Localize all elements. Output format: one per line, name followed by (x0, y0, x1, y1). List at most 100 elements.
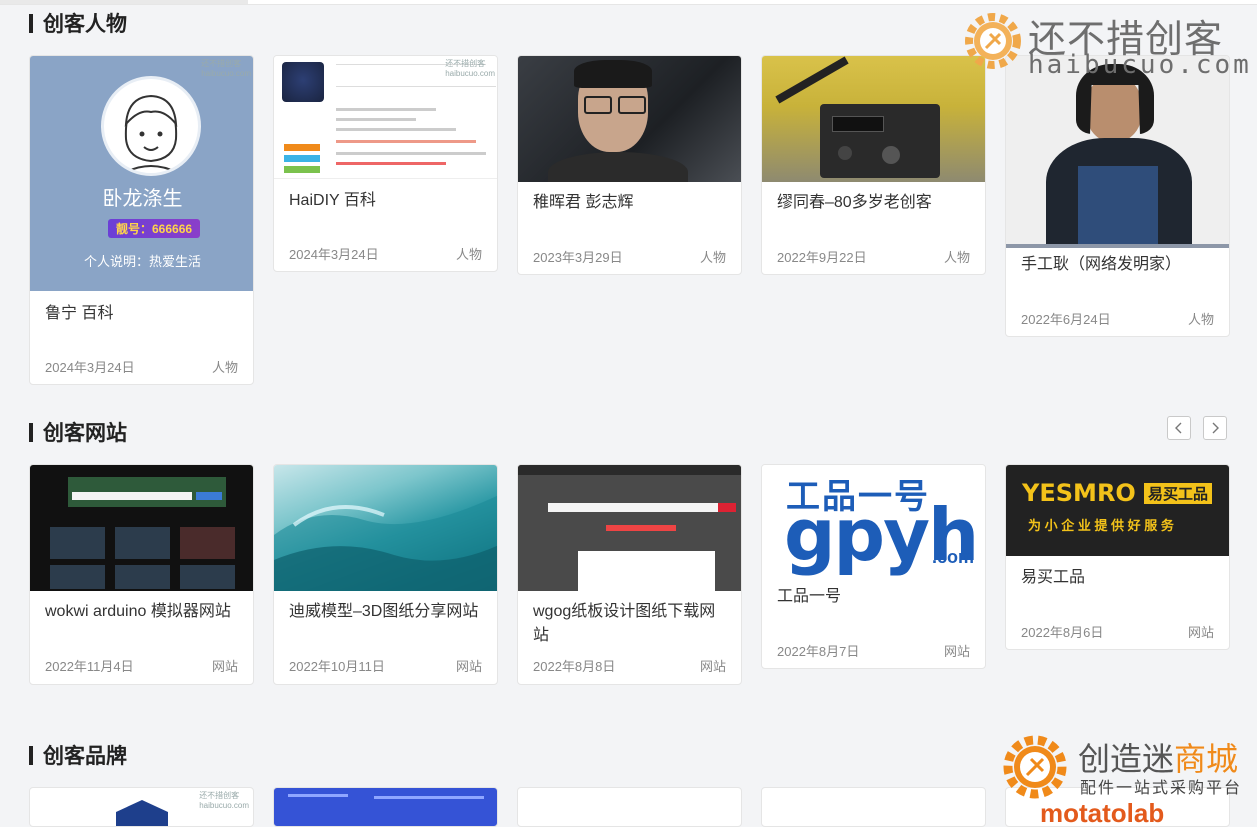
glasses-left (584, 96, 612, 114)
title-bar-marker (29, 13, 33, 33)
watermark-text-url: haibucuo.com (1028, 50, 1252, 80)
brand-logo-text: motatolab (1040, 798, 1165, 827)
card-title[interactable]: 缪同春–80多岁老创客 (777, 191, 970, 215)
card-category[interactable]: 网站 (1188, 622, 1214, 641)
yesmro-logo-text: YESMRO (1022, 479, 1136, 507)
card-category[interactable]: 网站 (700, 656, 726, 675)
card-brand-3[interactable] (517, 787, 742, 827)
profile-thumbnail: 卧龙涤生 靓号：666666 个人说明：热爱生活 还不措创客 haibucuo.c… (30, 56, 253, 291)
project-tile (115, 527, 170, 559)
card-site-1[interactable]: wokwi arduino 模拟器网站 2022年11月4日 网站 (29, 464, 254, 685)
card-category[interactable]: 人物 (700, 247, 726, 266)
card-category[interactable]: 人物 (456, 244, 482, 263)
card-title[interactable]: 鲁宁 百科 (45, 302, 238, 326)
text-line (336, 108, 436, 111)
project-tile (50, 565, 105, 589)
station-display (832, 116, 884, 132)
card-date: 2024年3月24日 (289, 247, 379, 262)
gpyh-logo-thumbnail: 工品一号 gpyh .com (762, 465, 985, 577)
card-date: 2023年3月29日 (533, 250, 623, 265)
card-brand-1[interactable]: 还不措创客 haibucuo.com (29, 787, 254, 827)
card-category[interactable]: 人物 (212, 357, 238, 376)
card-title[interactable]: wgog纸板设计图纸下载网站 (533, 600, 726, 648)
product-image (282, 62, 324, 102)
card-person-4[interactable]: 缪同春–80多岁老创客 2022年9月22日 人物 (761, 55, 986, 275)
project-tile (180, 565, 235, 589)
card-category[interactable]: 网站 (456, 656, 482, 675)
card-title[interactable]: HaiDIY 百科 (289, 189, 482, 213)
site-nav-preview (518, 465, 741, 475)
yesmro-logo-chinese: 易买工品 (1144, 483, 1213, 504)
card-date: 2022年10月11日 (289, 659, 385, 674)
card-category[interactable]: 人物 (944, 247, 970, 266)
card-person-2[interactable]: 还不措创客 haibucuo.com HaiDIY 百科 2024年3月24日 人… (273, 55, 498, 272)
gear-logo-icon (1003, 735, 1067, 799)
modal-preview (578, 551, 715, 591)
thumb-watermark: 还不措创客 haibucuo.com (201, 59, 251, 78)
station-knob (838, 146, 852, 160)
card-date: 2024年3月24日 (45, 360, 135, 375)
profile-description: 个人说明：热爱生活 (83, 254, 201, 269)
card-category[interactable]: 网站 (944, 641, 970, 660)
chevron-left-icon (1175, 422, 1182, 434)
text-line (336, 128, 456, 131)
site-watermark-bottom: 创造迷商城 配件一站式采购平台 (1000, 732, 1257, 802)
card-site-3[interactable]: wgog纸板设计图纸下载网站 2022年8月8日 网站 (517, 464, 742, 685)
banner-preview (606, 525, 676, 531)
card-title[interactable]: 手工耿（网络发明家） (1021, 253, 1214, 277)
wave-graphic (274, 495, 497, 591)
card-category[interactable]: 网站 (212, 656, 238, 675)
card-site-5[interactable]: YESMRO 易买工品 为 小 企 业 提 供 好 服 务 易买工品 2022年… (1005, 464, 1230, 650)
card-date: 2022年11月4日 (45, 659, 134, 674)
card-site-4[interactable]: 工品一号 gpyh .com 工品一号 2022年8月7日 网站 (761, 464, 986, 669)
thumb-watermark: 还不措创客 haibucuo.com (445, 59, 495, 78)
card-category[interactable]: 人物 (1188, 309, 1214, 328)
btn-preview (284, 155, 320, 162)
section-title-text: 创客网站 (43, 422, 127, 445)
gear-logo-icon (965, 13, 1021, 69)
text-line (336, 140, 476, 143)
person-photo (518, 56, 741, 182)
shirt-shape (548, 152, 688, 182)
overalls-shape (1078, 166, 1158, 244)
section-title-people: 创客人物 (29, 8, 127, 38)
card-title[interactable]: 易买工品 (1021, 566, 1214, 590)
text-line (336, 118, 416, 121)
prev-arrow-button[interactable] (1167, 416, 1191, 440)
face-shape (1086, 76, 1142, 142)
card-title[interactable]: 稚晖君 彭志辉 (533, 191, 726, 215)
search-button-preview (718, 503, 736, 512)
btn-preview (284, 144, 320, 151)
search-input-preview (548, 503, 718, 512)
yesmro-logo-thumbnail: YESMRO 易买工品 为 小 企 业 提 供 好 服 务 (1006, 465, 1229, 556)
webpage-screenshot-thumbnail: 还不措创客 haibucuo.com (274, 56, 497, 179)
card-date: 2022年8月6日 (1021, 625, 1104, 640)
chevron-right-icon (1212, 422, 1219, 434)
yesmro-slogan: 为 小 企 业 提 供 好 服 务 (1028, 518, 1174, 533)
project-tile (115, 565, 170, 589)
section-title-brands: 创客品牌 (29, 740, 127, 770)
title-bar-marker (29, 422, 33, 442)
next-arrow-button[interactable] (1203, 416, 1227, 440)
card-brand-2[interactable] (273, 787, 498, 827)
thumb-watermark: 还不措创客 haibucuo.com (199, 791, 249, 810)
card-date: 2022年8月7日 (777, 644, 860, 659)
text-line (288, 794, 348, 797)
card-title[interactable]: 工品一号 (777, 585, 970, 609)
card-person-1[interactable]: 卧龙涤生 靓号：666666 个人说明：热爱生活 还不措创客 haibucuo.c… (29, 55, 254, 385)
soldering-station-photo (762, 56, 985, 182)
card-brand-4[interactable] (761, 787, 986, 827)
text-line (374, 796, 484, 799)
card-date: 2022年6月24日 (1021, 312, 1111, 327)
card-site-2[interactable]: 迪威模型–3D图纸分享网站 2022年10月11日 网站 (273, 464, 498, 685)
text-line (336, 152, 486, 155)
profile-id-badge: 靓号：666666 (108, 219, 201, 238)
btn-preview (284, 166, 320, 173)
card-title[interactable]: wokwi arduino 模拟器网站 (45, 600, 238, 624)
wave-image-thumbnail (274, 465, 497, 591)
card-person-5[interactable]: 手工耿（网络发明家） 2022年6月24日 人物 (1005, 55, 1230, 337)
card-person-3[interactable]: 稚晖君 彭志辉 2023年3月29日 人物 (517, 55, 742, 275)
section-title-text: 创客品牌 (43, 745, 127, 768)
card-title[interactable]: 迪威模型–3D图纸分享网站 (289, 600, 482, 624)
gpyh-logo-domain: .com (932, 547, 975, 567)
